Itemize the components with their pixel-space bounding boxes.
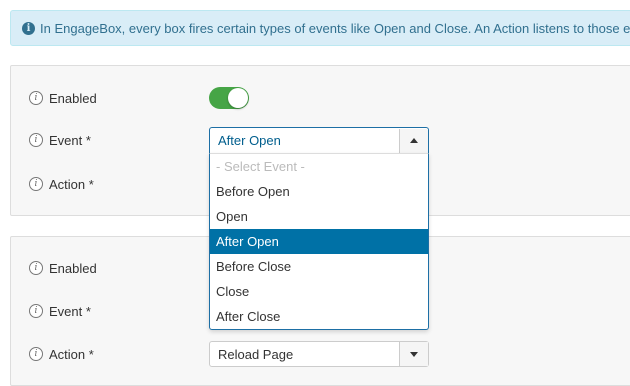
dropdown-option[interactable]: - Select Event - [210, 154, 428, 179]
dropdown-option[interactable]: Before Open [210, 179, 428, 204]
info-icon[interactable]: i [29, 91, 43, 105]
info-icon[interactable]: i [29, 304, 43, 318]
event-dropdown-list: - Select Event - Before Open Open After … [209, 153, 429, 330]
action-row-2: i Action * [29, 346, 94, 362]
action-row-1: i Action * [29, 176, 94, 192]
event-select-value: After Open [218, 133, 281, 148]
enabled-row-2: i Enabled [29, 260, 97, 276]
enabled-row-1: i Enabled [29, 90, 97, 106]
info-icon: i [22, 21, 35, 35]
event-select[interactable]: After Open [209, 127, 429, 153]
event-label: Event * [49, 132, 91, 148]
action-select-value: Reload Page [218, 346, 294, 362]
enabled-label: Enabled [49, 260, 97, 276]
event-select-toggle[interactable] [399, 128, 428, 153]
action-label: Action * [49, 346, 94, 362]
dropdown-option-selected[interactable]: After Open [210, 229, 428, 254]
action-select-toggle[interactable] [399, 342, 428, 366]
toggle-knob [228, 88, 248, 108]
action-label: Action * [49, 176, 94, 192]
dropdown-option[interactable]: After Close [210, 304, 428, 329]
enabled-label: Enabled [49, 90, 97, 106]
alert-text: In EngageBox, every box fires certain ty… [40, 20, 630, 36]
info-alert: i In EngageBox, every box fires certain … [10, 10, 630, 46]
event-row-2: i Event * [29, 303, 91, 319]
info-icon[interactable]: i [29, 261, 43, 275]
action-select[interactable]: Reload Page [209, 341, 429, 367]
info-icon[interactable]: i [29, 133, 43, 147]
dropdown-option[interactable]: Open [210, 204, 428, 229]
enabled-toggle[interactable] [209, 87, 249, 109]
info-icon[interactable]: i [29, 347, 43, 361]
dropdown-option[interactable]: Close [210, 279, 428, 304]
event-row-1: i Event * [29, 132, 91, 148]
event-label: Event * [49, 303, 91, 319]
chevron-up-icon [410, 138, 418, 143]
info-icon[interactable]: i [29, 177, 43, 191]
chevron-down-icon [410, 351, 418, 357]
dropdown-option[interactable]: Before Close [210, 254, 428, 279]
